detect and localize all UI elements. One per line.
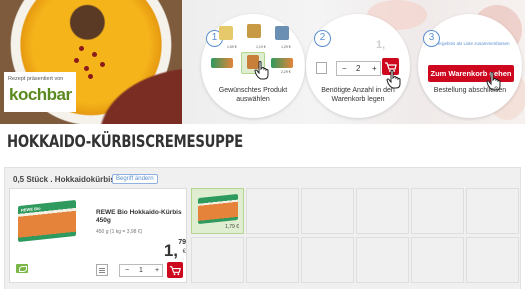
shopping-list-icon [316, 62, 327, 74]
product-currency: € [182, 249, 186, 255]
product-unit-price: 450 g (1 kg = 3,98 €) [96, 229, 143, 235]
empty-product-tile [356, 188, 409, 234]
empty-product-tile [466, 188, 519, 234]
empty-product-tile [356, 237, 409, 283]
bio-leaf-icon [16, 264, 28, 273]
hand-cursor-icon [254, 61, 269, 80]
empty-product-tile [301, 188, 354, 234]
empty-product-tile [466, 237, 519, 283]
hero-banner: Rezept präsentiert von kochbar 1 1,59 € … [0, 0, 525, 124]
product-image: REWE Bio [18, 199, 76, 243]
product-price: 1, [163, 241, 178, 260]
recipe-title: HOKKAIDO-KÜRBISCREMESUPPE [7, 132, 243, 152]
step-2-add-quantity: 2 1, − 2 + Benötigte Anzahl in den Waren… [306, 14, 410, 118]
product-name: REWE Bio Hokkaido-Kürbis 450g [96, 209, 182, 224]
empty-product-tile [411, 188, 464, 234]
step-2-quantity-stepper: − 2 + [336, 61, 381, 76]
presenter-caption: Rezept präsentiert von [8, 76, 64, 82]
presenter-box[interactable]: Rezept präsentiert von kochbar [4, 72, 76, 112]
step-1-label: Gewünschtes Produkt auswählen [218, 87, 288, 103]
step-3-checkout: 3 ergebnis als Liste zusammenfassen Zum … [418, 14, 522, 118]
add-to-cart-button[interactable] [167, 262, 183, 278]
empty-product-tile [191, 237, 244, 283]
step-2-label: Benötigte Anzahl in den Warenkorb legen [321, 87, 395, 103]
ingredient-panel: 0,5 Stück . Hokkaidokürbis Begriff änder… [4, 167, 521, 289]
empty-product-tile [411, 237, 464, 283]
empty-product-tile [246, 237, 299, 283]
page: Rezept präsentiert von kochbar 1 1,59 € … [0, 0, 525, 289]
quantity-decrease[interactable]: − [125, 267, 129, 274]
step-1-select-product: 1 1,59 € 1,19 € 1,29 € 2,29 € Gewünschte… [201, 14, 305, 118]
alternative-product-image [198, 193, 238, 225]
kochbar-logo: kochbar [9, 85, 72, 104]
change-term-button[interactable]: Begriff ändern [112, 174, 158, 184]
empty-product-tile [246, 188, 299, 234]
quantity-increase[interactable]: + [155, 267, 159, 274]
add-to-list-button[interactable] [96, 264, 108, 276]
alternative-product-price: 1,79 € [225, 224, 239, 230]
product-price-cents: 79 [178, 239, 186, 246]
quantity-stepper[interactable]: − 1 + [119, 264, 163, 277]
empty-product-tile [301, 237, 354, 283]
shopping-cart-icon [169, 266, 181, 276]
product-card[interactable]: REWE Bio REWE Bio Hokkaido-Kürbis 450g 4… [9, 188, 187, 283]
step-3-label: Bestellung abschließen [433, 87, 507, 94]
alternative-product-tile[interactable]: 1,79 € [191, 188, 244, 234]
quantity-value[interactable]: 1 [139, 267, 143, 274]
ingredient-heading: 0,5 Stück . Hokkaidokürbis [13, 175, 115, 184]
step-2-number: 2 [314, 30, 331, 47]
